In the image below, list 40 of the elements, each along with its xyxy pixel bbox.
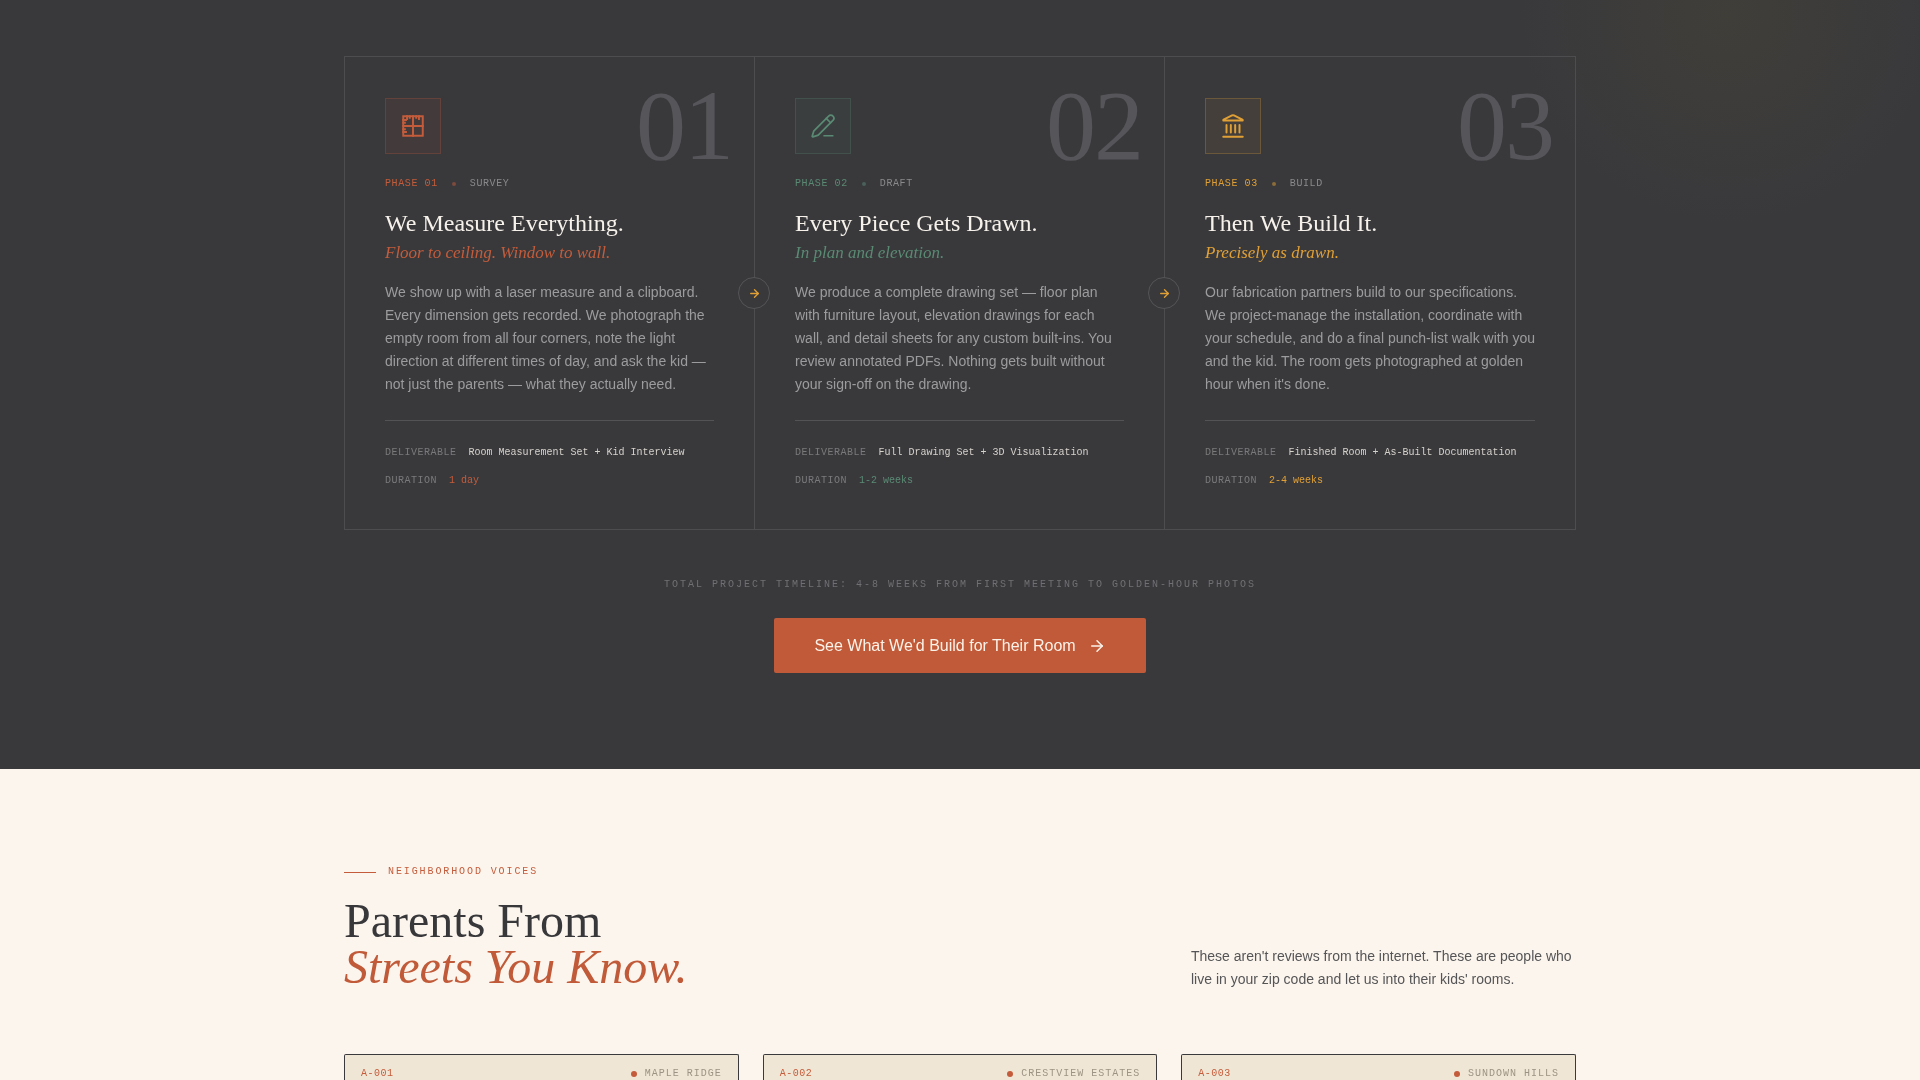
neighborhood-label: SUNDOWN HILLS (1467, 1069, 1559, 1079)
section-intro: These aren't reviews from the internet. These are people who live in your zip code and let us into their kids' rooms. (1191, 947, 1573, 989)
phase-title: Then We Build It. (1205, 209, 1379, 238)
columned-building-icon (1205, 98, 1261, 154)
deliverable-value: Finished Room + As-Built Documentation (1288, 446, 1517, 460)
phase-tagline: Precisely as drawn. (1205, 242, 1340, 264)
duration-value: 1-2 weeks (859, 474, 914, 488)
phase-description: Our fabrication partners build to our specifications. We project-manage the installation, coordinate with your schedule, and do a final punch-list walk with you and the kid. The room gets photographed at golden hour when it's done. (1205, 283, 1535, 394)
phase-description: We produce a complete drawing set — floor plan with furniture layout, elevation drawings for each wall, and detail sheets for any custom built-ins. You review annotated PDFs. Nothing gets built without your sign-off on the drawing. (795, 283, 1113, 394)
card-code: A-002 (779, 1069, 813, 1079)
section-heading: Parents From Streets You Know. (344, 898, 688, 990)
deliverable-value: Room Measurement Set + Kid Interview (468, 446, 685, 460)
stage-label: BUILD (1289, 178, 1323, 190)
card-code: A-003 (1198, 1069, 1231, 1079)
deliverable-value: Full Drawing Set + 3D Visualization (878, 446, 1089, 460)
cta-button[interactable]: See What We'd Build for Their Room (774, 618, 1146, 673)
duration-label: DURATION (795, 474, 847, 488)
duration-value: 1 day (449, 474, 480, 488)
neighborhood-label: CRESTVIEW ESTATES (1021, 1069, 1141, 1079)
phase-title: We Measure Everything. (385, 209, 625, 238)
deliverable-label: DELIVERABLE (795, 446, 867, 460)
section-eyebrow: NEIGHBORHOOD VOICES (388, 866, 539, 878)
neighborhood-label: MAPLE RIDGE (644, 1069, 722, 1079)
pencil-icon (795, 98, 851, 154)
phase-label: PHASE 03 (1205, 178, 1258, 190)
stage-label: SURVEY (469, 178, 510, 190)
phase-label: PHASE 01 (385, 178, 438, 190)
deliverable-label: DELIVERABLE (1205, 446, 1277, 460)
duration-label: DURATION (1205, 474, 1257, 488)
duration-label: DURATION (385, 474, 437, 488)
phase-tagline: In plan and elevation. (795, 242, 946, 264)
deliverable-label: DELIVERABLE (385, 446, 457, 460)
ruler-grid-icon (385, 98, 441, 154)
duration-value: 2-4 weeks (1269, 474, 1324, 488)
phase-label: PHASE 02 (795, 178, 848, 190)
phase-tagline: Floor to ceiling. Window to wall. (385, 242, 612, 264)
phase-title: Every Piece Gets Drawn. (795, 209, 1039, 238)
phase-description: We show up with a laser measure and a clipboard. Every dimension gets recorded. We photograph the empty room from all four corners, note the light direction at different times of day, and ask the kid — not just the parents — what they actually need. (385, 283, 707, 394)
card-code: A-001 (361, 1069, 394, 1079)
stage-label: DRAFT (879, 178, 913, 190)
